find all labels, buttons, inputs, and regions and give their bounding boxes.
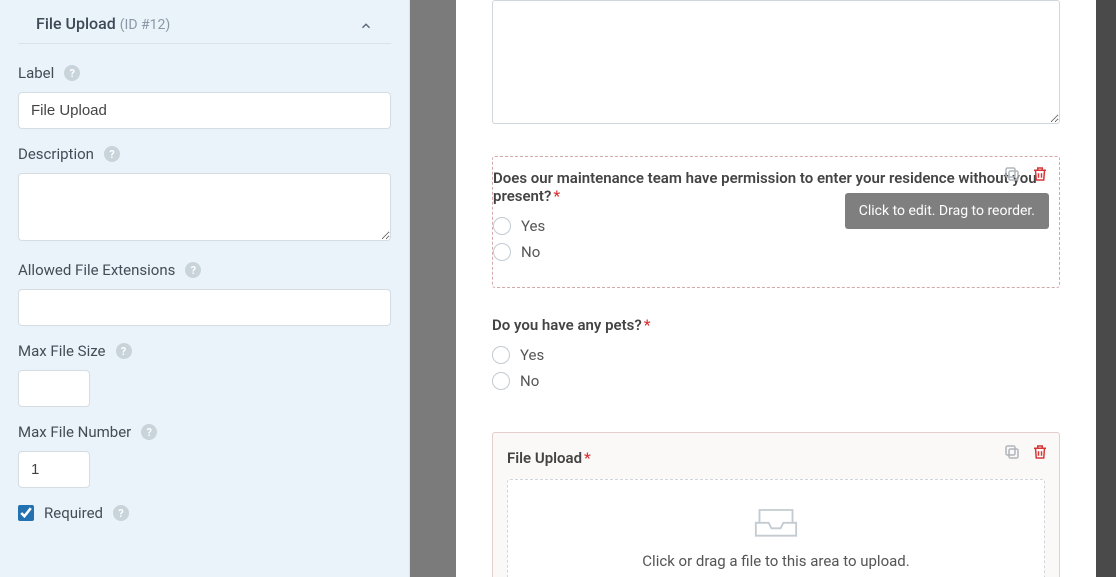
- help-icon[interactable]: ?: [104, 146, 120, 162]
- edit-reorder-tooltip: Click to edit. Drag to reorder.: [845, 193, 1049, 229]
- label-input[interactable]: [18, 92, 391, 129]
- max-number-field-label: Max File Number: [18, 423, 131, 441]
- right-stripe: [1096, 0, 1116, 577]
- divider-column: [410, 0, 456, 577]
- panel-id-label: (ID #12): [120, 17, 171, 33]
- trash-icon[interactable]: [1031, 165, 1049, 183]
- file-dropzone[interactable]: Click or drag a file to this area to upl…: [507, 479, 1045, 577]
- radio-icon: [492, 372, 510, 390]
- field-label-group: Label ?: [0, 64, 409, 145]
- field-actions: [1003, 443, 1049, 461]
- field-max-number-group: Max File Number ?: [0, 423, 409, 504]
- required-checkbox-row: Required ?: [0, 504, 409, 538]
- preview-textarea[interactable]: [492, 0, 1060, 124]
- panel-title: File Upload (ID #12): [36, 14, 170, 33]
- form-field-pets[interactable]: Do you have any pets?* Yes No: [492, 304, 1060, 416]
- max-size-input[interactable]: [18, 370, 90, 407]
- required-asterisk: *: [644, 316, 651, 334]
- label-field-label: Label: [18, 64, 54, 82]
- field-max-size-group: Max File Size ?: [0, 342, 409, 423]
- max-size-field-label: Max File Size: [18, 342, 106, 360]
- radio-icon: [493, 217, 511, 235]
- radio-label: Yes: [520, 346, 544, 364]
- radio-label: No: [520, 372, 539, 390]
- form-field-maintenance[interactable]: Click to edit. Drag to reorder. Does our…: [492, 156, 1060, 288]
- help-icon[interactable]: ?: [185, 262, 201, 278]
- form-preview-area: Click to edit. Drag to reorder. Does our…: [456, 0, 1116, 577]
- allowed-ext-field-label: Allowed File Extensions: [18, 261, 175, 279]
- radio-label: Yes: [521, 217, 545, 235]
- inbox-icon: [754, 504, 798, 538]
- radio-option-no[interactable]: No: [493, 243, 1045, 261]
- required-label: Required: [44, 504, 103, 522]
- help-icon[interactable]: ?: [64, 65, 80, 81]
- field-settings-sidebar: File Upload (ID #12) Label ? Description…: [0, 0, 410, 577]
- help-icon[interactable]: ?: [141, 424, 157, 440]
- required-checkbox[interactable]: [18, 505, 34, 521]
- duplicate-icon[interactable]: [1003, 443, 1021, 461]
- trash-icon[interactable]: [1031, 443, 1049, 461]
- max-number-input[interactable]: [18, 451, 90, 488]
- help-icon[interactable]: ?: [116, 343, 132, 359]
- required-asterisk: *: [553, 187, 560, 205]
- preview-card: Click to edit. Drag to reorder. Does our…: [456, 0, 1096, 577]
- radio-icon: [492, 346, 510, 364]
- radio-label: No: [521, 243, 540, 261]
- form-field-file-upload[interactable]: File Upload* Click or drag a file to thi…: [492, 432, 1060, 577]
- dropzone-text: Click or drag a file to this area to upl…: [520, 552, 1032, 570]
- description-field-label: Description: [18, 145, 94, 163]
- description-textarea[interactable]: [18, 173, 391, 241]
- radio-icon: [493, 243, 511, 261]
- allowed-ext-input[interactable]: [18, 289, 391, 326]
- help-icon[interactable]: ?: [113, 505, 129, 521]
- chevron-down-icon[interactable]: [359, 15, 373, 33]
- panel-header[interactable]: File Upload (ID #12): [18, 0, 391, 44]
- radio-option-yes[interactable]: Yes: [492, 346, 1046, 364]
- field-description-group: Description ?: [0, 145, 409, 261]
- file-upload-label: File Upload*: [507, 449, 1045, 467]
- duplicate-icon[interactable]: [1003, 165, 1021, 183]
- field-actions: Click to edit. Drag to reorder.: [1003, 165, 1049, 183]
- radio-option-no[interactable]: No: [492, 372, 1046, 390]
- required-asterisk: *: [584, 449, 591, 467]
- field-allowed-ext-group: Allowed File Extensions ?: [0, 261, 409, 342]
- pets-label: Do you have any pets?*: [492, 316, 1046, 334]
